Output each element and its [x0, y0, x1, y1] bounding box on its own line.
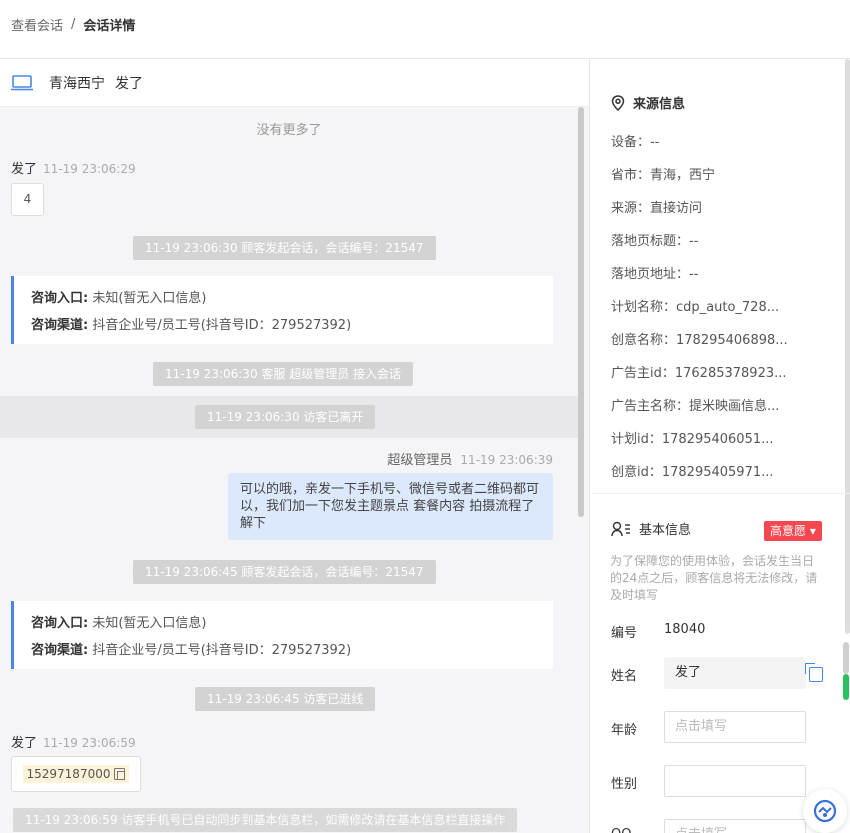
system-message: 11-19 23:06:30 客服 超级管理员 接入会话 [153, 362, 414, 386]
landing-title-row: 落地页标题：-- [611, 234, 699, 249]
channel-label: 咨询渠道: [31, 643, 89, 658]
source-info-title: 来源信息 [611, 93, 685, 112]
message-sender: 超级管理员 11-19 23:06:39 [387, 449, 553, 468]
chat-scrollbar[interactable] [578, 107, 584, 517]
conversation-header: 青海西宁 发了 [0, 59, 589, 107]
sender-name: 超级管理员 [387, 453, 453, 468]
phone-number: 15297187000 [26, 767, 111, 781]
advertiser-id-row: 广告主id：176285378923... [611, 366, 787, 381]
basic-info-title-text: 基本信息 [639, 523, 692, 538]
source-row: 来源：直接访问 [611, 201, 703, 216]
channel-label: 咨询渠道: [31, 318, 89, 333]
consult-info-card: 咨询入口: 未知(暂无入口信息) 咨询渠道: 抖音企业号/员工号(抖音号ID：2… [11, 276, 553, 344]
entry-label: 咨询入口: [31, 291, 89, 306]
breadcrumb: 查看会话 / 会话详情 [11, 15, 135, 34]
system-message: 11-19 23:06:45 访客已进线 [195, 687, 376, 711]
message-time: 11-19 23:06:29 [43, 162, 136, 176]
copy-name-icon[interactable] [805, 663, 823, 682]
id-label: 编号 [611, 626, 638, 641]
system-message: 11-19 23:06:45 顾客发起会话，会话编号：21547 [133, 560, 436, 584]
entry-label: 咨询入口: [31, 616, 89, 631]
name-field[interactable]: 发了 [664, 657, 806, 689]
phone-message-bubble: 15297187000 [11, 756, 141, 792]
province-row: 省市：青海，西宁 [611, 168, 716, 183]
creative-name-row: 创意名称：178295406898... [611, 333, 788, 348]
intent-badge[interactable]: 高意愿 ▾ [764, 521, 822, 541]
plan-id-row: 计划id：178295406051... [611, 432, 774, 447]
creative-id-row: 创意id：178295405971... [611, 465, 774, 480]
status-indicator [843, 674, 849, 700]
entry-value: 未知(暂无入口信息) [92, 616, 207, 631]
plan-name-row: 计划名称：cdp_auto_728... [611, 300, 780, 315]
system-message: 11-19 23:06:30 顾客发起会话，会话编号：21547 [133, 236, 436, 260]
name-label: 姓名 [611, 669, 638, 684]
gender-field[interactable] [664, 765, 806, 797]
system-message: 11-19 23:06:30 访客已离开 [195, 405, 376, 429]
message-sender: 发了 11-19 23:06:59 [11, 732, 136, 751]
chat-panel: 青海西宁 发了 没有更多了 发了 11-19 23:06:29 4 11-19 2… [0, 59, 590, 833]
phone-tag[interactable]: 15297187000 [22, 765, 130, 783]
breadcrumb-parent[interactable]: 查看会话 [11, 15, 63, 34]
id-value: 18040 [664, 622, 706, 637]
message-bubble: 4 [11, 183, 44, 216]
system-message: 11-19 23:06:59 访客手机号已自动同步到基本信息栏，如需修改请在基本… [13, 808, 518, 832]
message-time: 11-19 23:06:59 [43, 736, 136, 750]
no-more-text: 没有更多了 [256, 123, 322, 138]
copy-icon[interactable] [114, 768, 126, 780]
help-chat-button[interactable] [803, 789, 847, 833]
source-info-title-text: 来源信息 [633, 97, 686, 112]
sidebar-scrollbar[interactable] [845, 59, 850, 634]
age-label: 年龄 [611, 723, 638, 738]
device-row: 设备：-- [611, 135, 660, 150]
top-bar: 查看会话 / 会话详情 [0, 0, 850, 59]
age-field[interactable]: 点击填写 [664, 711, 806, 743]
user-list-icon [611, 521, 630, 536]
info-sidebar: 来源信息 设备：-- 省市：青海，西宁 来源：直接访问 落地页标题：-- 落地页… [591, 59, 850, 833]
panel-scroll-handle[interactable] [843, 642, 849, 674]
advertiser-name-row: 广告主名称：提米映画信息... [611, 399, 780, 414]
gender-label: 性别 [611, 777, 638, 792]
support-chat-icon [813, 799, 837, 823]
qq-field[interactable]: 点击填写 [664, 819, 806, 833]
breadcrumb-separator: / [71, 17, 76, 32]
visitor-name: 发了 [115, 75, 143, 92]
sender-name: 发了 [11, 162, 38, 177]
message-time: 11-19 23:06:39 [460, 453, 553, 467]
section-divider [591, 493, 850, 494]
message-sender: 发了 11-19 23:06:29 [11, 158, 136, 177]
laptop-icon [11, 74, 33, 90]
agent-message-bubble: 可以的哦，亲发一下手机号、微信号或者二维码都可以，我们加一下您发主题景点 套餐内… [228, 473, 553, 540]
channel-value: 抖音企业号/员工号(抖音号ID：279527392) [92, 643, 352, 658]
sender-name: 发了 [11, 736, 38, 751]
landing-url-row: 落地页地址：-- [611, 267, 699, 282]
basic-info-title: 基本信息 [611, 519, 691, 538]
edit-hint: 为了保障您的使用体验，会话发生当日的24点之后，顾客信息将无法修改，请及时填写 [610, 554, 818, 602]
breadcrumb-current: 会话详情 [83, 19, 136, 34]
qq-label: QQ [611, 827, 631, 833]
location-pin-icon [611, 94, 625, 111]
consult-info-card: 咨询入口: 未知(暂无入口信息) 咨询渠道: 抖音企业号/员工号(抖音号ID：2… [11, 601, 553, 669]
visitor-location: 青海西宁 [49, 75, 105, 92]
channel-value: 抖音企业号/员工号(抖音号ID：279527392) [92, 318, 352, 333]
entry-value: 未知(暂无入口信息) [92, 291, 207, 306]
